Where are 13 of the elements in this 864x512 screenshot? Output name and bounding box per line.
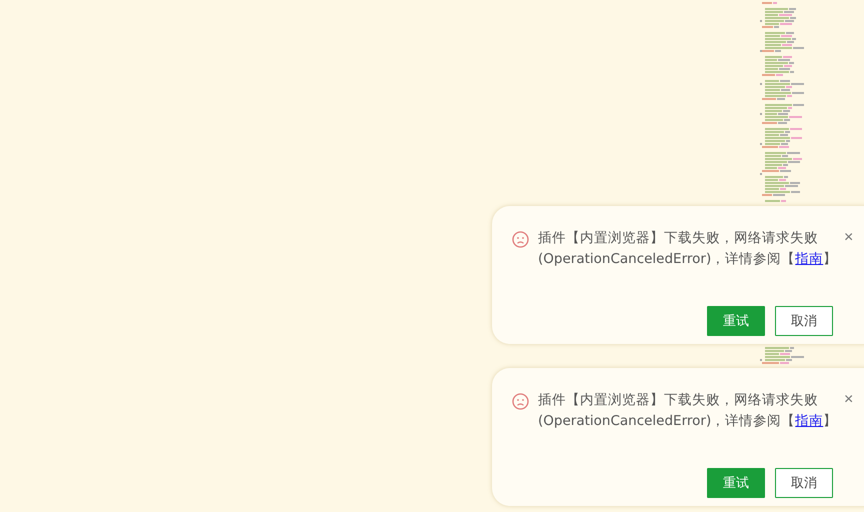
guide-link[interactable]: 指南	[795, 251, 824, 267]
close-button[interactable]: ×	[844, 390, 854, 410]
minimap-drawing	[760, 346, 804, 366]
sad-face-icon	[512, 393, 529, 410]
cancel-button[interactable]: 取消	[775, 468, 833, 498]
close-button[interactable]: ×	[844, 228, 854, 248]
guide-link[interactable]: 指南	[795, 413, 824, 429]
sad-face-icon	[512, 231, 529, 248]
retry-button[interactable]: 重试	[707, 468, 765, 498]
error-message: 插件【内置浏览器】下载失败，网络请求失败(OperationCanceledError)，详情参阅【指南】	[538, 229, 838, 269]
cancel-button[interactable]: 取消	[775, 306, 833, 336]
error-message: 插件【内置浏览器】下载失败，网络请求失败(OperationCanceledError)，详情参阅【指南】	[538, 391, 838, 431]
retry-button[interactable]: 重试	[707, 306, 765, 336]
